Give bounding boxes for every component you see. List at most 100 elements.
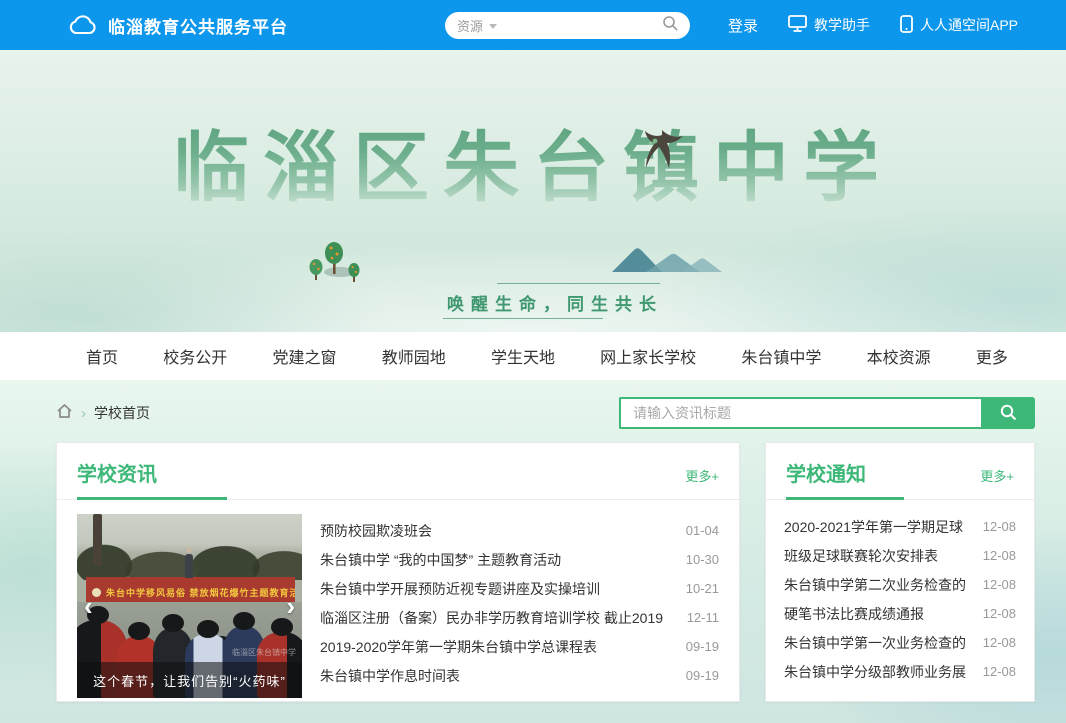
- school-news-card: 学校资讯 更多+ 朱台中学移风易俗 禁放烟花爆竹主题教育活动: [56, 442, 740, 702]
- nav-item-school-affairs[interactable]: 校务公开: [163, 344, 227, 368]
- news-item-date: 09-19: [686, 639, 719, 654]
- photo-banner-emblem: [92, 588, 101, 597]
- breadcrumb-current[interactable]: 学校首页: [94, 403, 150, 423]
- nav-item-more[interactable]: 更多: [976, 344, 1008, 368]
- search-icon[interactable]: [662, 15, 678, 36]
- chevron-right-icon: ›: [81, 405, 86, 422]
- notice-item-title: 班级足球联赛轮次安排表: [784, 546, 983, 566]
- search-scope-select[interactable]: 资源: [457, 16, 483, 35]
- slogan-line-top: [497, 283, 660, 284]
- news-item-title: 临淄区注册（备案）民办非学历教育培训学校 截止2019: [320, 608, 687, 628]
- chevron-down-icon: [489, 24, 497, 29]
- notice-item-date: 12-08: [983, 519, 1016, 534]
- cloud-icon: [68, 14, 98, 36]
- news-carousel[interactable]: 朱台中学移风易俗 禁放烟花爆竹主题教育活动 临淄区朱台镇中学 这个春节，让我们告…: [77, 514, 302, 698]
- nav-item-school-resources[interactable]: 本校资源: [867, 344, 931, 368]
- trees-illustration: [306, 242, 368, 299]
- photo-speaker-figure: [185, 554, 193, 578]
- main-navigation: 首页 校务公开 党建之窗 教师园地 学生天地 网上家长学校 朱台镇中学 本校资源…: [0, 332, 1066, 380]
- home-icon[interactable]: [56, 403, 73, 424]
- notice-item-date: 12-08: [983, 577, 1016, 592]
- nav-item-home[interactable]: 首页: [86, 344, 118, 368]
- news-item-date: 10-21: [686, 581, 719, 596]
- photo-tree-trunk: [93, 514, 102, 566]
- photo-watermark: 临淄区朱台镇中学: [232, 647, 296, 658]
- cards-row: 学校资讯 更多+ 朱台中学移风易俗 禁放烟花爆竹主题教育活动: [56, 442, 1035, 702]
- login-button[interactable]: 登录: [728, 15, 758, 36]
- notice-item-title: 2020-2021学年第一学期足球: [784, 517, 983, 537]
- header-links: 登录 教学助手 人人通空间APP: [728, 15, 1018, 36]
- news-item-title: 2019-2020学年第一学期朱台镇中学总课程表: [320, 637, 686, 657]
- school-notice-title: 学校通知: [786, 458, 866, 487]
- school-notice-more-link[interactable]: 更多+: [980, 466, 1014, 485]
- global-search-box[interactable]: 资源: [445, 12, 690, 39]
- notice-item-date: 12-08: [983, 635, 1016, 650]
- news-list-item[interactable]: 朱台镇中学作息时间表 09-19: [320, 661, 719, 690]
- school-name-title: 临淄区朱台镇中学: [0, 106, 1066, 216]
- school-news-body: 朱台中学移风易俗 禁放烟花爆竹主题教育活动 临淄区朱台镇中学 这个春节，让我们告…: [57, 500, 739, 698]
- nav-item-party-building[interactable]: 党建之窗: [272, 344, 336, 368]
- school-news-header: 学校资讯 更多+: [57, 443, 739, 487]
- main-content: › 学校首页 学校资讯 更多+: [0, 380, 1066, 723]
- notice-list-item[interactable]: 朱台镇中学分级部教师业务展 12-08: [784, 657, 1016, 686]
- news-list-item[interactable]: 朱台镇中学 “我的中国梦” 主题教育活动 10-30: [320, 545, 719, 574]
- platform-title: 临淄教育公共服务平台: [108, 13, 288, 38]
- news-list-item[interactable]: 2019-2020学年第一学期朱台镇中学总课程表 09-19: [320, 632, 719, 661]
- phone-icon: [900, 15, 913, 36]
- news-list-item[interactable]: 朱台镇中学开展预防近视专题讲座及实操培训 10-21: [320, 574, 719, 603]
- news-search-input[interactable]: [619, 397, 981, 429]
- school-news-more-link[interactable]: 更多+: [685, 466, 719, 485]
- notice-item-title: 硬笔书法比赛成绩通报: [784, 604, 983, 624]
- teaching-assistant-link[interactable]: 教学助手: [788, 15, 870, 35]
- notice-list-item[interactable]: 2020-2021学年第一学期足球 12-08: [784, 512, 1016, 541]
- news-item-date: 12-11: [687, 610, 719, 625]
- nav-item-zhutai-school[interactable]: 朱台镇中学: [741, 344, 821, 368]
- carousel-next-arrow[interactable]: ›: [286, 593, 295, 619]
- app-label: 人人通空间APP: [920, 15, 1018, 35]
- news-item-title: 朱台镇中学 “我的中国梦” 主题教育活动: [320, 550, 686, 570]
- news-item-title: 朱台镇中学开展预防近视专题讲座及实操培训: [320, 579, 686, 599]
- notice-list-item[interactable]: 朱台镇中学第一次业务检查的 12-08: [784, 628, 1016, 657]
- school-banner: 临淄区朱台镇中学 唤醒生命，同生共长: [0, 50, 1066, 332]
- nav-item-teacher-garden[interactable]: 教师园地: [382, 344, 446, 368]
- school-notice-divider: [766, 499, 1034, 500]
- school-news-title: 学校资讯: [77, 458, 157, 487]
- teaching-assistant-label: 教学助手: [814, 15, 870, 35]
- news-item-date: 09-19: [686, 668, 719, 683]
- search-icon: [999, 403, 1017, 424]
- breadcrumb: › 学校首页: [56, 403, 150, 424]
- news-item-date: 10-30: [686, 552, 719, 567]
- notice-item-title: 朱台镇中学第二次业务检查的: [784, 575, 983, 595]
- notice-item-date: 12-08: [983, 664, 1016, 679]
- breadcrumb-row: › 学校首页: [0, 380, 1066, 429]
- news-item-title: 朱台镇中学作息时间表: [320, 666, 686, 686]
- notice-list-item[interactable]: 朱台镇中学第二次业务检查的 12-08: [784, 570, 1016, 599]
- school-notice-card: 学校通知 更多+ 2020-2021学年第一学期足球 12-08 班级足球联赛轮…: [765, 442, 1035, 702]
- notice-item-date: 12-08: [983, 548, 1016, 563]
- mountains-illustration: [612, 246, 722, 277]
- notice-list-item[interactable]: 硬笔书法比赛成绩通报 12-08: [784, 599, 1016, 628]
- news-list-item[interactable]: 临淄区注册（备案）民办非学历教育培训学校 截止2019 12-11: [320, 603, 719, 632]
- nav-item-student-world[interactable]: 学生天地: [491, 344, 555, 368]
- school-slogan: 唤醒生命，同生共长: [430, 290, 680, 315]
- monitor-icon: [788, 15, 807, 35]
- news-list-item[interactable]: 预防校园欺凌班会 01-04: [320, 516, 719, 545]
- carousel-caption: 这个春节，让我们告别“火药味”: [77, 662, 302, 698]
- swallow-bird-icon: [638, 128, 684, 175]
- school-news-divider: [57, 499, 739, 500]
- school-notice-header: 学校通知 更多+: [766, 443, 1034, 487]
- news-search-button[interactable]: [981, 397, 1035, 429]
- notice-list: 2020-2021学年第一学期足球 12-08 班级足球联赛轮次安排表 12-0…: [766, 500, 1034, 686]
- app-link[interactable]: 人人通空间APP: [900, 15, 1018, 36]
- carousel-prev-arrow[interactable]: ‹: [84, 593, 93, 619]
- slogan-line-bottom: [443, 318, 603, 319]
- news-list: 预防校园欺凌班会 01-04 朱台镇中学 “我的中国梦” 主题教育活动 10-3…: [320, 514, 719, 698]
- notice-list-item[interactable]: 班级足球联赛轮次安排表 12-08: [784, 541, 1016, 570]
- notice-item-title: 朱台镇中学第一次业务检查的: [784, 633, 983, 653]
- news-search-group: [619, 397, 1035, 429]
- top-header-bar: 临淄教育公共服务平台 资源 登录 教学助手 人人通空间APP: [0, 0, 1066, 50]
- nav-item-parent-school[interactable]: 网上家长学校: [600, 344, 696, 368]
- notice-item-title: 朱台镇中学分级部教师业务展: [784, 662, 983, 682]
- photo-banner-text: 朱台中学移风易俗 禁放烟花爆竹主题教育活动: [106, 586, 295, 599]
- platform-brand[interactable]: 临淄教育公共服务平台: [68, 13, 288, 38]
